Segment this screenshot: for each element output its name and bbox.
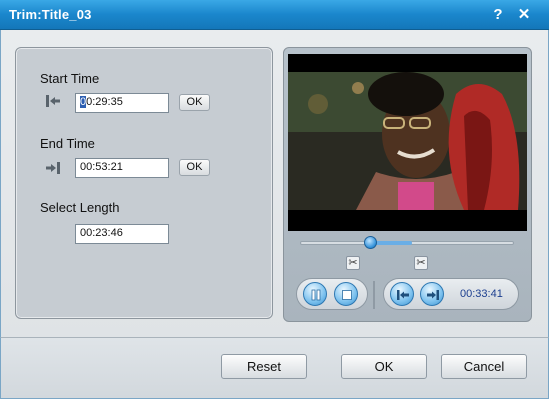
start-time-input[interactable]: 00:29:35	[75, 93, 169, 113]
help-button[interactable]: ?	[488, 5, 508, 25]
reset-button[interactable]: Reset	[221, 354, 307, 379]
stop-icon	[342, 290, 352, 300]
cancel-button[interactable]: Cancel	[441, 354, 527, 379]
end-time-input[interactable]: 00:53:21	[75, 158, 169, 178]
set-start-icon	[46, 95, 60, 107]
ok-button[interactable]: OK	[341, 354, 427, 379]
pause-button[interactable]	[303, 282, 327, 306]
start-time-value: 0:29:35	[86, 96, 123, 108]
select-length-label: Select Length	[40, 200, 120, 215]
start-time-ok-button[interactable]: OK	[179, 94, 210, 111]
scissors-icon[interactable]: ✂	[414, 256, 428, 270]
set-end-icon	[46, 162, 60, 174]
mark-start-icon	[397, 290, 409, 300]
scissors-icon[interactable]: ✂	[346, 256, 360, 270]
video-preview	[288, 54, 527, 231]
end-time-ok-button[interactable]: OK	[179, 159, 210, 176]
mark-end-icon	[427, 290, 439, 300]
stop-button[interactable]	[334, 282, 358, 306]
mark-start-button[interactable]	[390, 282, 414, 306]
title-bar: Trim:Title_03 ? ✕	[0, 0, 549, 30]
mark-end-button[interactable]	[420, 282, 444, 306]
window-title: Trim:Title_03	[9, 7, 92, 22]
close-button[interactable]: ✕	[514, 5, 534, 25]
controls-divider	[373, 281, 375, 309]
trim-settings-panel	[15, 47, 273, 319]
select-length-input[interactable]: 00:23:46	[75, 224, 169, 244]
current-time-readout: 00:33:41	[460, 288, 503, 300]
end-time-label: End Time	[40, 136, 95, 151]
playback-slider-thumb[interactable]	[364, 236, 377, 249]
pause-icon	[311, 289, 321, 301]
start-time-label: Start Time	[40, 71, 100, 86]
